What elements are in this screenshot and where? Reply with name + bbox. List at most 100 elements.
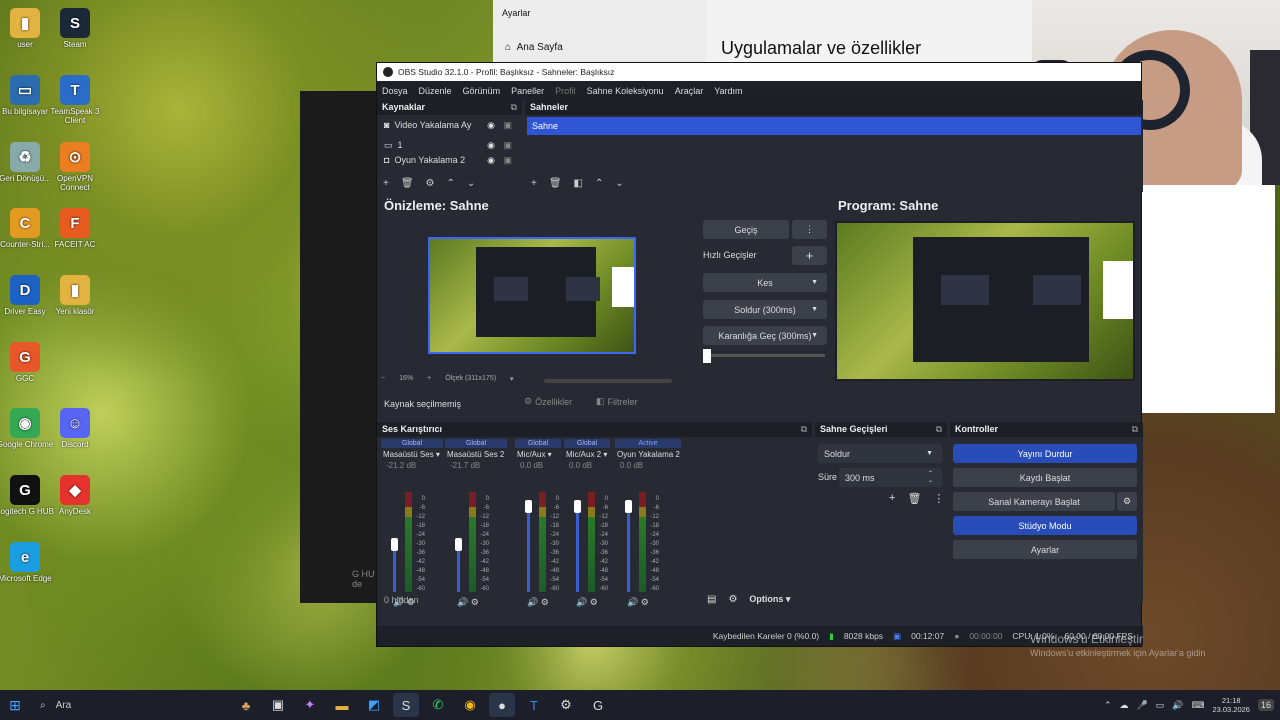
chrome-taskbar-icon[interactable]: ◉: [457, 693, 483, 717]
add-quick-transition-icon[interactable]: +: [792, 246, 827, 265]
channel-settings-icon[interactable]: ⚙: [638, 597, 649, 607]
gear-icon[interactable]: ⚙: [426, 178, 435, 189]
obs-window[interactable]: OBS Studio 32.1.0 - Profil: Başlıksız - …: [376, 62, 1143, 647]
trash-icon[interactable]: 🗑: [401, 178, 414, 189]
chevron-up-icon[interactable]: ⌃: [447, 178, 455, 189]
source-item[interactable]: ▭ 1 ◉ ▣: [377, 135, 522, 155]
channel-name[interactable]: Mic/Aux 2 ▾: [564, 448, 610, 461]
volume-icon[interactable]: 🔊: [576, 597, 587, 607]
channel-name[interactable]: Masaüstü Ses ▾: [381, 448, 443, 461]
taskbar-search[interactable]: ⌕ Ara: [30, 700, 230, 711]
volume-slider-knob[interactable]: [525, 500, 532, 513]
transition-select[interactable]: Soldur ▼: [818, 444, 942, 463]
desktop-icon[interactable]: ☺ Discord: [43, 408, 107, 449]
volume-slider-knob[interactable]: [455, 538, 462, 552]
preview-canvas[interactable]: [428, 237, 636, 354]
volume-icon[interactable]: 🔊: [527, 597, 538, 607]
trash-icon[interactable]: 🗑: [907, 492, 921, 505]
volume-slider-knob[interactable]: [574, 500, 581, 513]
eye-icon[interactable]: ◉: [487, 155, 495, 165]
volume-slider-track[interactable]: [576, 507, 579, 592]
quick-transition-black[interactable]: Karanlığa Geç (300ms) ▼: [703, 326, 827, 345]
desktop-icon[interactable]: S Steam: [43, 8, 107, 49]
menu-paneller[interactable]: Paneller: [511, 86, 544, 96]
tbar-handle[interactable]: [703, 349, 711, 363]
undock-icon[interactable]: ⧉: [801, 422, 807, 437]
volume-icon[interactable]: 🔊: [457, 597, 468, 607]
menu-sahne-koleksiyonu[interactable]: Sahne Koleksiyonu: [587, 86, 664, 96]
volume-slider-track[interactable]: [527, 507, 530, 592]
cloud-icon[interactable]: ☁: [1119, 700, 1128, 711]
channel-settings-icon[interactable]: ⚙: [587, 597, 598, 607]
zoom-in-icon[interactable]: +: [427, 375, 431, 383]
chevron-down-icon[interactable]: ⌄: [467, 178, 475, 189]
layout-icon[interactable]: ▤: [707, 594, 716, 605]
quick-transition-cut[interactable]: Kes ▼: [703, 273, 827, 292]
language-icon[interactable]: ⌨: [1191, 700, 1204, 711]
menu-duzenle[interactable]: Düzenle: [419, 86, 452, 96]
settings-window[interactable]: Ayarlar ⌂ Ana Sayfa Uygulamalar ve özell…: [493, 0, 1032, 62]
channel-settings-icon[interactable]: ⚙: [538, 597, 549, 607]
preview-scrollbar[interactable]: [544, 379, 672, 383]
desktop-icon[interactable]: ▮ Yeni klasör: [43, 275, 107, 316]
clock[interactable]: 21:18 23.03.2026: [1212, 696, 1250, 714]
source-item[interactable]: ◘ Oyun Yakalama 2 ◉ ▣: [377, 155, 522, 165]
copilot-icon[interactable]: ✦: [297, 693, 323, 717]
volume-icon[interactable]: 🔊: [1172, 700, 1183, 711]
windows-start-icon[interactable]: ⊞: [0, 690, 30, 720]
volume-slider-track[interactable]: [457, 545, 460, 592]
channel-name[interactable]: Masaüstü Ses 2 ▾: [445, 448, 507, 461]
store-icon[interactable]: ◩: [361, 693, 387, 717]
desktop-icon[interactable]: ◆ AnyDesk: [43, 475, 107, 516]
obs-taskbar-icon[interactable]: ●: [489, 693, 515, 717]
volume-slider-knob[interactable]: [391, 538, 398, 552]
trash-icon[interactable]: 🗑: [549, 178, 562, 189]
volume-slider-track[interactable]: [393, 545, 396, 592]
menu-yardim[interactable]: Yardım: [714, 86, 742, 96]
settings-home-link[interactable]: ⌂ Ana Sayfa: [505, 42, 563, 53]
chevron-down-icon[interactable]: ⌄: [615, 178, 623, 189]
whatsapp-icon[interactable]: ✆: [425, 693, 451, 717]
volume-slider-track[interactable]: [627, 507, 630, 592]
undock-icon[interactable]: ⧉: [511, 100, 517, 115]
mixer-settings-icon[interactable]: ⚙: [728, 594, 737, 605]
file-explorer-icon[interactable]: ▬: [329, 693, 355, 717]
properties-button[interactable]: ⚙ Özellikler: [524, 396, 572, 407]
scene-item-selected[interactable]: Sahne: [527, 117, 1141, 135]
desktop-icon[interactable]: F FACEIT AC: [43, 208, 107, 249]
undock-icon[interactable]: ⧉: [936, 422, 942, 437]
steam-taskbar-icon[interactable]: S: [393, 693, 419, 717]
desktop-icon[interactable]: T TeamSpeak 3 Client: [43, 75, 107, 125]
task-view-icon[interactable]: ▣: [265, 693, 291, 717]
channel-settings-icon[interactable]: ⚙: [468, 597, 479, 607]
transition-button[interactable]: Geçiş: [703, 220, 789, 239]
more-icon[interactable]: ⋮: [933, 492, 944, 505]
spin-arrows-icon[interactable]: ⌃ ⌄: [928, 471, 933, 485]
options-button[interactable]: Options ▾: [749, 594, 790, 605]
virtual-camera-button[interactable]: Sanal Kamerayı Başlat: [953, 492, 1115, 511]
menu-gorunum[interactable]: Görünüm: [463, 86, 501, 96]
more-icon[interactable]: ⋮: [792, 220, 827, 239]
undock-icon[interactable]: ⧉: [1132, 422, 1138, 437]
lock-icon[interactable]: ▣: [503, 140, 512, 151]
zoom-out-icon[interactable]: −: [381, 375, 385, 383]
logitech-taskbar-icon[interactable]: G: [585, 693, 611, 717]
microphone-icon[interactable]: 🎤: [1136, 700, 1147, 711]
menu-dosya[interactable]: Dosya: [382, 86, 408, 96]
add-icon[interactable]: +: [383, 178, 389, 189]
eye-icon[interactable]: ◉: [487, 140, 495, 151]
add-icon[interactable]: +: [889, 492, 895, 505]
duration-spinbox[interactable]: 300 ms ⌃ ⌄: [839, 468, 942, 487]
tbar-track[interactable]: [705, 354, 825, 357]
volume-slider-knob[interactable]: [625, 500, 632, 513]
tray-chevron-icon[interactable]: ⌃: [1104, 700, 1112, 711]
studio-mode-button[interactable]: Stüdyo Modu: [953, 516, 1137, 535]
lock-icon[interactable]: ▣: [503, 120, 512, 131]
desktop-icon[interactable]: ⊙ OpenVPN Connect: [43, 142, 107, 192]
stop-stream-button[interactable]: Yayını Durdur: [953, 444, 1137, 463]
widgets-icon[interactable]: ♣: [233, 693, 259, 717]
virtual-camera-settings-icon[interactable]: ⚙: [1117, 492, 1137, 511]
chevron-up-icon[interactable]: ⌃: [595, 178, 603, 189]
channel-name[interactable]: Mic/Aux ▾: [515, 448, 561, 461]
notification-badge[interactable]: 16: [1257, 699, 1274, 711]
